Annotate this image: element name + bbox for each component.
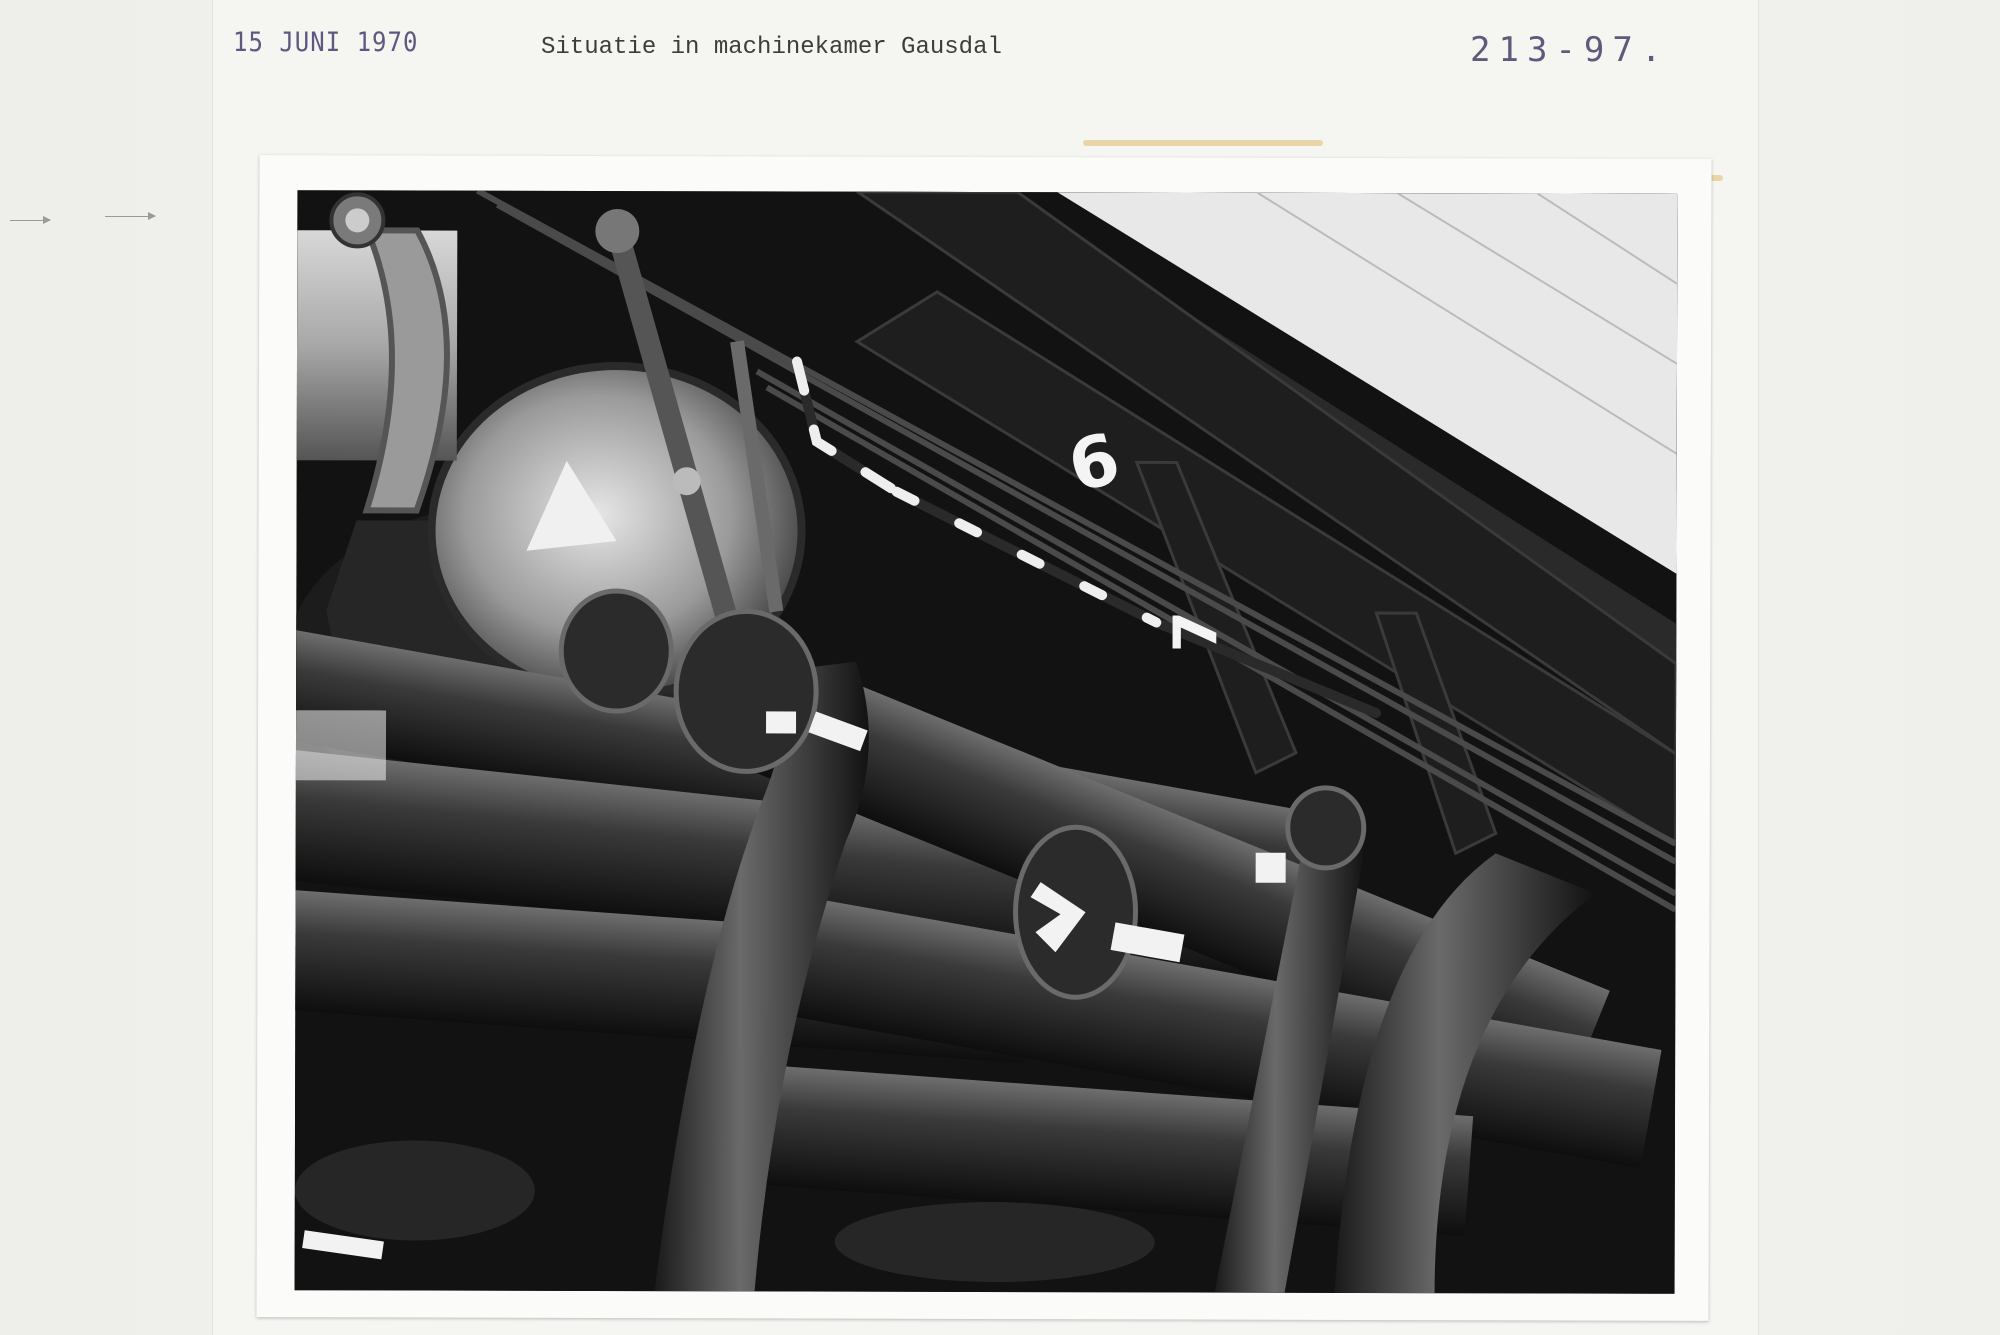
adhesive-stain — [1083, 140, 1323, 146]
photo-print: 6 7 — [256, 155, 1712, 1321]
typed-caption: Situatie in machinekamer Gausdal — [541, 34, 1002, 61]
archive-number-stamp: 213-97. — [1470, 30, 1670, 70]
pipes-illustration: 6 7 — [294, 190, 1678, 1294]
painted-number-7: 7 — [1161, 611, 1231, 653]
machine-room-photo: 6 7 — [294, 190, 1678, 1294]
pencil-arrow — [10, 216, 51, 224]
pencil-arrow — [105, 212, 156, 220]
date-stamp: 15 JUNI 1970 — [233, 26, 419, 58]
